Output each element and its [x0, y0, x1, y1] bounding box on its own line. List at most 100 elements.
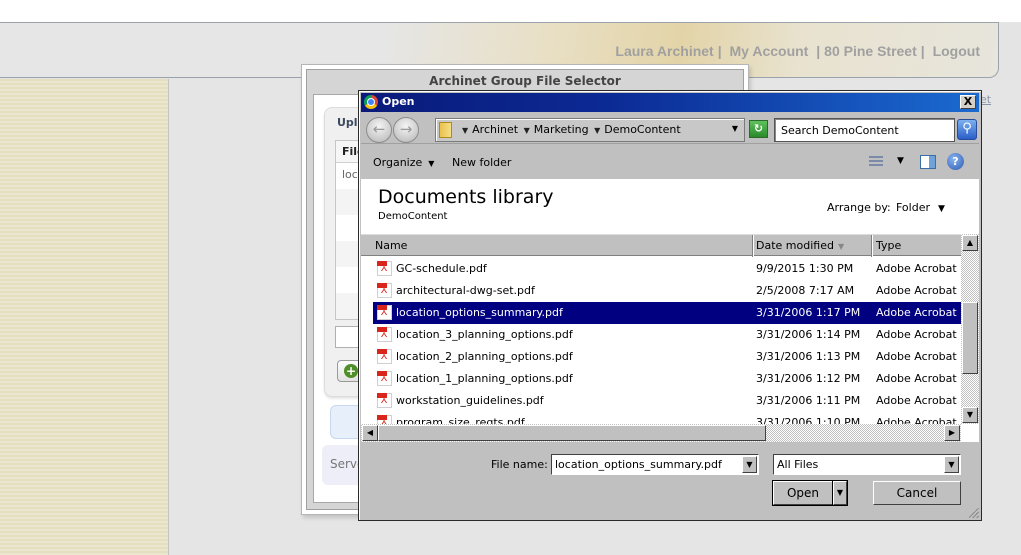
open-file-dialog: Open X ← → ▼ Archinet ▼ Marketing ▼ DemoCon… — [358, 90, 982, 521]
file-date-modified: 3/31/2006 1:12 PM — [756, 372, 861, 385]
location-link[interactable]: 80 Pine Street — [824, 43, 917, 59]
file-row[interactable]: GC-schedule.pdf 9/9/2015 1:30 PM Adobe Acr… — [361, 258, 961, 280]
organize-label: Organize — [373, 156, 423, 169]
arrange-by-dropdown[interactable]: Folder ▼ — [896, 201, 945, 214]
user-name-link[interactable]: Laura Archinet — [615, 43, 713, 59]
file-name: location_2_planning_options.pdf — [396, 350, 573, 363]
library-title: Documents library — [378, 186, 554, 208]
plus-circle-icon: + — [344, 364, 358, 378]
scroll-left-button[interactable]: ◀ — [362, 425, 378, 441]
file-name: location_3_planning_options.pdf — [396, 328, 573, 341]
user-nav: Laura Archinet | My Account | 80 Pine Stre… — [613, 43, 982, 59]
column-divider[interactable] — [871, 235, 872, 257]
view-dropdown-icon[interactable]: ▼ — [897, 156, 904, 166]
pdf-file-icon — [377, 305, 392, 320]
search-input[interactable]: Search DemoContent — [774, 118, 955, 142]
pdf-file-icon — [377, 327, 392, 342]
file-row[interactable]: architectural-dwg-set.pdf 2/5/2008 7:17 A… — [361, 280, 961, 302]
column-header-date-label: Date modified — [756, 239, 834, 252]
library-header: Documents library DemoContent Arrange by… — [361, 179, 979, 234]
navigation-bar: ← → ▼ Archinet ▼ Marketing ▼ DemoContent ▼ … — [361, 114, 979, 144]
dialog-titlebar[interactable]: Open X — [361, 93, 979, 112]
open-options-dropdown[interactable]: ▼ — [832, 480, 848, 506]
address-dropdown-icon[interactable]: ▼ — [732, 124, 738, 133]
sort-arrow-icon: ▼ — [837, 242, 845, 251]
breadcrumb-arrow-icon[interactable]: ▼ — [462, 126, 468, 135]
file-type-dropdown-icon[interactable]: ▼ — [944, 456, 959, 473]
column-header-date[interactable]: Date modified ▼ — [756, 239, 844, 252]
close-button[interactable]: X — [960, 95, 976, 109]
vertical-scrollbar[interactable]: ▲ ▼ — [961, 234, 979, 424]
file-row[interactable]: location_options_summary.pdf 3/31/2006 1:… — [373, 302, 961, 324]
open-button[interactable]: Open — [772, 480, 834, 506]
breadcrumb-arrow-icon[interactable]: ▼ — [594, 126, 600, 135]
breadcrumb: ▼ Archinet ▼ Marketing ▼ DemoContent — [460, 123, 681, 136]
file-type: Adobe Acrobat Document — [876, 262, 961, 275]
scroll-up-button[interactable]: ▲ — [962, 235, 978, 251]
address-bar[interactable]: ▼ Archinet ▼ Marketing ▼ DemoContent ▼ — [435, 118, 745, 142]
help-icon[interactable]: ? — [947, 153, 964, 170]
column-header-name[interactable]: Name — [375, 239, 407, 252]
file-row[interactable]: location_2_planning_options.pdf 3/31/2006… — [361, 346, 961, 368]
file-name-label: File name: — [491, 458, 548, 471]
file-type: Adobe Acrobat Document — [876, 328, 961, 341]
breadcrumb-item[interactable]: DemoContent — [604, 123, 680, 136]
file-type: Adobe Acrobat Document — [876, 372, 961, 385]
forward-button[interactable]: → — [393, 117, 419, 143]
file-row[interactable]: location_1_planning_options.pdf 3/31/2006… — [361, 368, 961, 390]
organize-menu[interactable]: Organize ▼ — [373, 156, 434, 169]
file-type: Adobe Acrobat Document — [876, 394, 961, 407]
file-name-dropdown-icon[interactable]: ▼ — [742, 456, 757, 473]
pdf-file-icon — [377, 349, 392, 364]
file-selector-title: Archinet Group File Selector — [429, 74, 621, 88]
cancel-button[interactable]: Cancel — [873, 481, 961, 505]
logout-link[interactable]: Logout — [933, 43, 980, 59]
vertical-scroll-thumb[interactable] — [962, 302, 978, 374]
top-strip — [0, 0, 1021, 22]
resize-grip-icon[interactable] — [969, 508, 979, 518]
scroll-down-button[interactable]: ▼ — [962, 407, 978, 423]
my-account-link[interactable]: My Account — [730, 43, 809, 59]
refresh-button[interactable]: ↻ — [749, 120, 768, 138]
scroll-right-button[interactable]: ▶ — [944, 425, 960, 441]
search-icon[interactable]: ⚲ — [957, 119, 977, 140]
file-name-input[interactable]: location_options_summary.pdf ▼ — [551, 454, 759, 475]
pdf-file-icon — [377, 283, 392, 298]
horizontal-scroll-thumb[interactable] — [378, 425, 766, 441]
file-type: Adobe Acrobat Document — [876, 306, 961, 319]
file-row[interactable]: workstation_guidelines.pdf 3/31/2006 1:11… — [361, 390, 961, 412]
chevron-down-icon: ▼ — [428, 159, 435, 168]
file-name: GC-schedule.pdf — [396, 262, 487, 275]
file-date-modified: 3/31/2006 1:11 PM — [756, 394, 861, 407]
pdf-file-icon — [377, 393, 392, 408]
dialog-title: Open — [382, 95, 415, 108]
arrange-by-value: Folder — [896, 201, 930, 214]
file-date-modified: 3/31/2006 1:17 PM — [756, 306, 861, 319]
file-date-modified: 3/31/2006 1:14 PM — [756, 328, 861, 341]
nav-separator: | — [816, 43, 821, 59]
horizontal-scrollbar[interactable]: ◀ ▶ — [361, 424, 961, 442]
back-button[interactable]: ← — [366, 117, 392, 143]
command-bar: Organize ▼ New folder ▼ ? — [361, 149, 979, 177]
preview-pane-icon[interactable] — [920, 155, 936, 169]
file-type: Adobe Acrobat Document — [876, 284, 961, 297]
view-options-icon[interactable] — [869, 156, 883, 168]
file-name-value: location_options_summary.pdf — [555, 458, 722, 471]
search-placeholder: Search DemoContent — [781, 124, 899, 137]
left-sidebar — [0, 79, 169, 555]
file-type-select[interactable]: All Files ▼ — [773, 454, 961, 475]
breadcrumb-arrow-icon[interactable]: ▼ — [524, 126, 530, 135]
file-row[interactable]: location_3_planning_options.pdf 3/31/2006… — [361, 324, 961, 346]
nav-separator: | — [717, 43, 722, 59]
file-date-modified: 3/31/2006 1:13 PM — [756, 350, 861, 363]
breadcrumb-item[interactable]: Marketing — [534, 123, 589, 136]
new-folder-button[interactable]: New folder — [452, 156, 511, 169]
file-name: architectural-dwg-set.pdf — [396, 284, 535, 297]
breadcrumb-item[interactable]: Archinet — [472, 123, 518, 136]
column-divider[interactable] — [752, 235, 753, 257]
folder-icon — [439, 122, 452, 138]
file-name: location_1_planning_options.pdf — [396, 372, 573, 385]
file-name: workstation_guidelines.pdf — [396, 394, 544, 407]
column-header-type[interactable]: Type — [876, 239, 901, 252]
arrange-by-label: Arrange by: — [827, 201, 891, 214]
